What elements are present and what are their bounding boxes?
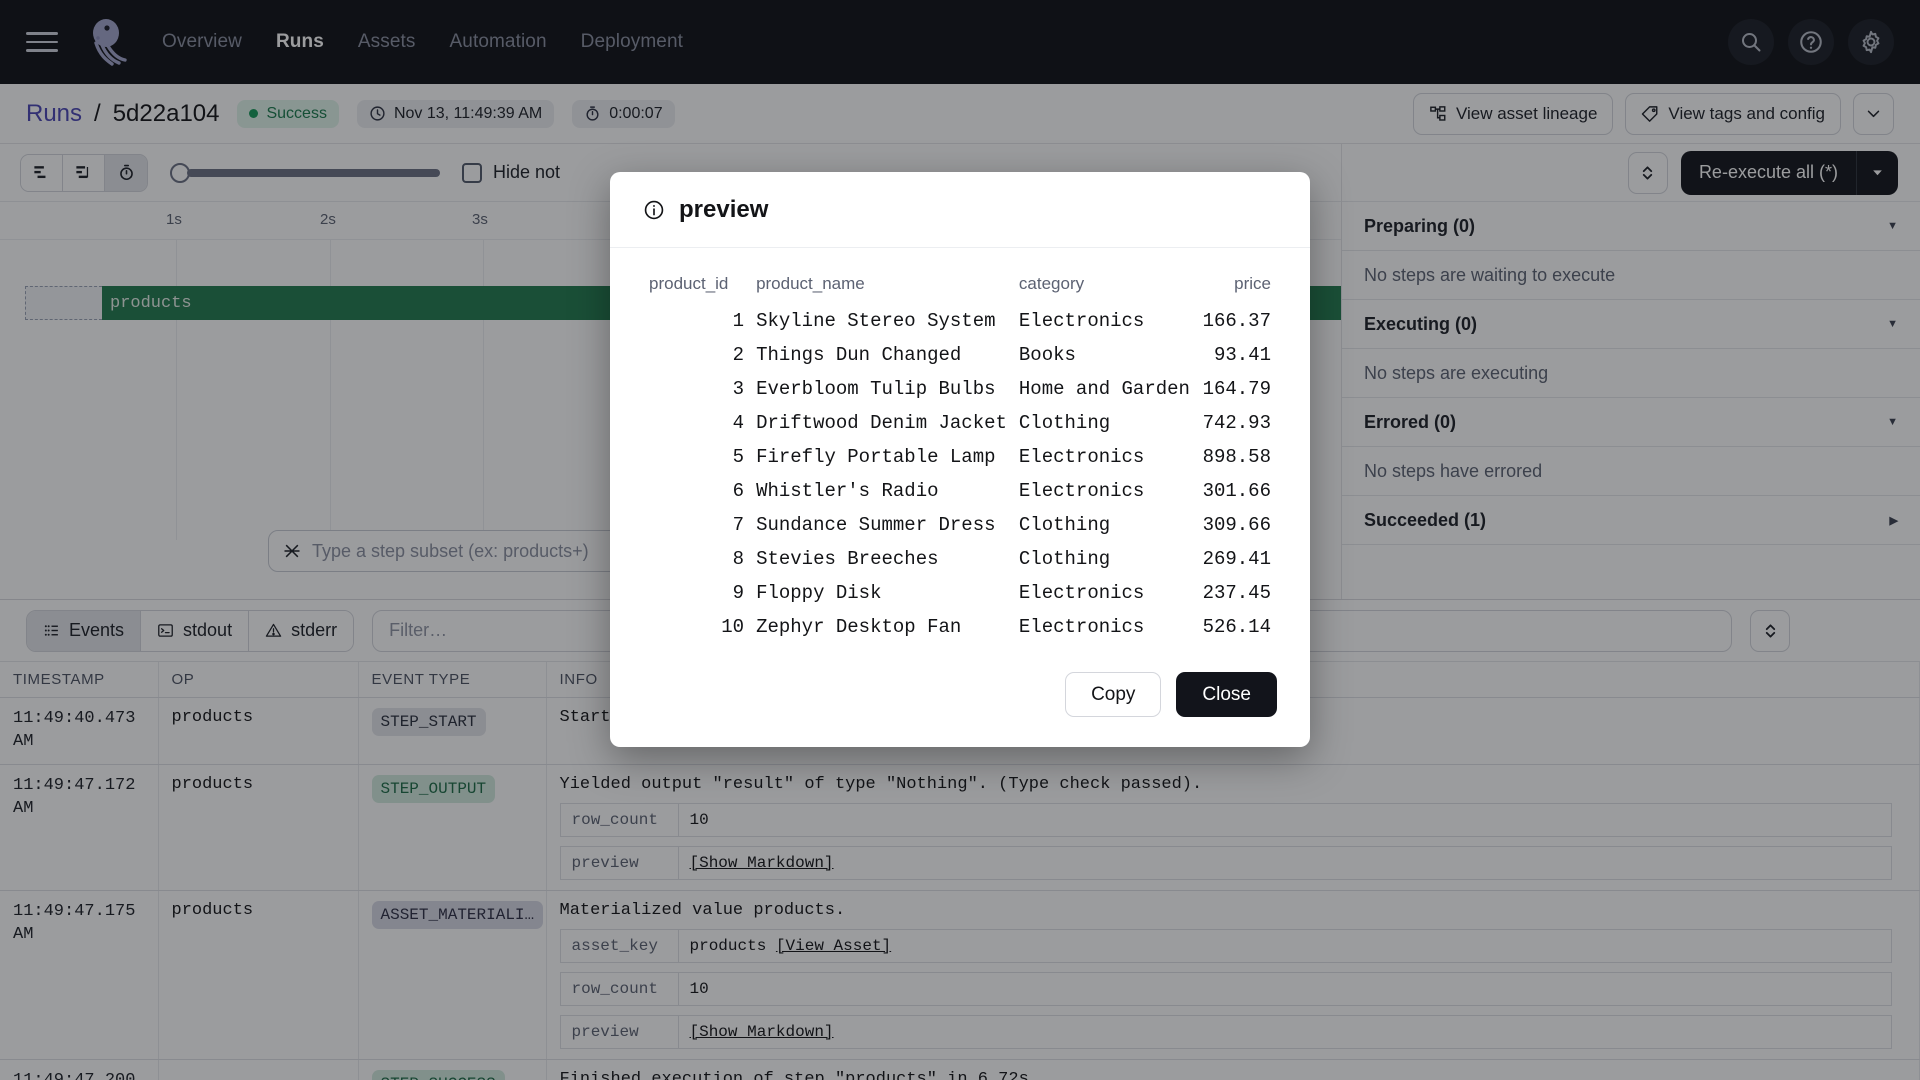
info-icon (643, 199, 665, 221)
cell-product-name: Whistler's Radio (750, 474, 1013, 508)
cell-product-name: Everbloom Tulip Bulbs (750, 372, 1013, 406)
preview-row: 5 Firefly Portable Lamp Electronics 898.… (643, 440, 1277, 474)
cell-product-name: Driftwood Denim Jacket (750, 406, 1013, 440)
cell-product-name: Floppy Disk (750, 576, 1013, 610)
cell-product-name: Firefly Portable Lamp (750, 440, 1013, 474)
cell-price: 93.41 (1197, 338, 1277, 372)
cell-product-id: 10 (643, 610, 750, 644)
preview-col-product-id: product_id (643, 270, 750, 304)
preview-row: 8 Stevies Breeches Clothing 269.41 (643, 542, 1277, 576)
cell-price: 526.14 (1197, 610, 1277, 644)
cell-price: 166.37 (1197, 304, 1277, 338)
cell-product-name: Zephyr Desktop Fan (750, 610, 1013, 644)
cell-category: Electronics (1013, 610, 1197, 644)
cell-product-id: 2 (643, 338, 750, 372)
cell-category: Books (1013, 338, 1197, 372)
preview-table-header: product_id product_name category price (643, 270, 1277, 304)
cell-price: 742.93 (1197, 406, 1277, 440)
cell-product-name: Skyline Stereo System (750, 304, 1013, 338)
cell-product-id: 5 (643, 440, 750, 474)
preview-row: 3 Everbloom Tulip Bulbs Home and Garden … (643, 372, 1277, 406)
cell-category: Electronics (1013, 576, 1197, 610)
cell-price: 898.58 (1197, 440, 1277, 474)
preview-table-body: 1 Skyline Stereo System Electronics 166.… (643, 304, 1277, 644)
cell-product-name: Things Dun Changed (750, 338, 1013, 372)
preview-row: 6 Whistler's Radio Electronics 301.66 (643, 474, 1277, 508)
preview-row: 9 Floppy Disk Electronics 237.45 (643, 576, 1277, 610)
cell-price: 269.41 (1197, 542, 1277, 576)
cell-product-id: 7 (643, 508, 750, 542)
cell-product-id: 4 (643, 406, 750, 440)
cell-product-id: 9 (643, 576, 750, 610)
copy-button[interactable]: Copy (1065, 672, 1161, 717)
preview-col-product-name: product_name (750, 270, 1013, 304)
cell-product-id: 8 (643, 542, 750, 576)
cell-category: Electronics (1013, 440, 1197, 474)
preview-row: 1 Skyline Stereo System Electronics 166.… (643, 304, 1277, 338)
modal-title: preview (679, 196, 768, 224)
preview-row: 4 Driftwood Denim Jacket Clothing 742.93 (643, 406, 1277, 440)
cell-category: Electronics (1013, 304, 1197, 338)
cell-price: 237.45 (1197, 576, 1277, 610)
preview-row: 2 Things Dun Changed Books 93.41 (643, 338, 1277, 372)
preview-row: 10 Zephyr Desktop Fan Electronics 526.14 (643, 610, 1277, 644)
cell-product-name: Stevies Breeches (750, 542, 1013, 576)
cell-price: 301.66 (1197, 474, 1277, 508)
cell-category: Electronics (1013, 474, 1197, 508)
cell-product-id: 3 (643, 372, 750, 406)
preview-col-price: price (1197, 270, 1277, 304)
cell-category: Clothing (1013, 542, 1197, 576)
cell-price: 309.66 (1197, 508, 1277, 542)
close-button[interactable]: Close (1176, 672, 1277, 717)
cell-product-id: 6 (643, 474, 750, 508)
modal-body: product_id product_name category price 1… (610, 248, 1310, 650)
cell-category: Clothing (1013, 508, 1197, 542)
modal-header: preview (610, 172, 1310, 248)
cell-price: 164.79 (1197, 372, 1277, 406)
preview-modal: preview product_id product_name category… (610, 172, 1310, 747)
cell-category: Clothing (1013, 406, 1197, 440)
dagster-run-page: Overview Runs Assets Automation Deployme… (0, 0, 1920, 1080)
cell-product-id: 1 (643, 304, 750, 338)
modal-footer: Copy Close (610, 650, 1310, 747)
preview-table: product_id product_name category price 1… (643, 270, 1277, 644)
cell-product-name: Sundance Summer Dress (750, 508, 1013, 542)
preview-row: 7 Sundance Summer Dress Clothing 309.66 (643, 508, 1277, 542)
preview-col-category: category (1013, 270, 1197, 304)
cell-category: Home and Garden (1013, 372, 1197, 406)
